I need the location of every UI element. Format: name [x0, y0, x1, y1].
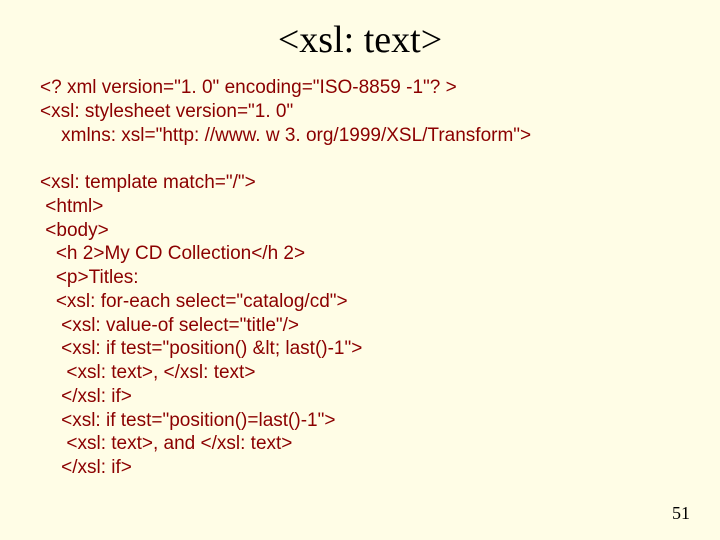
code-line: <xsl: if test="position()=last()-1"> [40, 409, 680, 433]
code-line: <xsl: if test="position() &lt; last()-1"… [40, 337, 680, 361]
code-line: <html> [40, 195, 680, 219]
page-number: 51 [672, 503, 690, 524]
code-line: <p>Titles: [40, 266, 680, 290]
code-line: <? xml version="1. 0" encoding="ISO-8859… [40, 76, 680, 100]
code-line: </xsl: if> [40, 456, 680, 480]
code-block: <? xml version="1. 0" encoding="ISO-8859… [40, 76, 680, 480]
code-line: </xsl: if> [40, 385, 680, 409]
code-line: <body> [40, 219, 680, 243]
code-line [40, 147, 680, 171]
code-line: <xsl: text>, and </xsl: text> [40, 432, 680, 456]
code-line: <xsl: text>, </xsl: text> [40, 361, 680, 385]
code-line: <xsl: value-of select="title"/> [40, 314, 680, 338]
slide-title: <xsl: text> [40, 18, 680, 62]
code-line: xmlns: xsl="http: //www. w 3. org/1999/X… [40, 124, 680, 148]
code-line: <xsl: for-each select="catalog/cd"> [40, 290, 680, 314]
code-line: <h 2>My CD Collection</h 2> [40, 242, 680, 266]
code-line: <xsl: template match="/"> [40, 171, 680, 195]
code-line: <xsl: stylesheet version="1. 0" [40, 100, 680, 124]
slide: <xsl: text> <? xml version="1. 0" encodi… [0, 0, 720, 540]
